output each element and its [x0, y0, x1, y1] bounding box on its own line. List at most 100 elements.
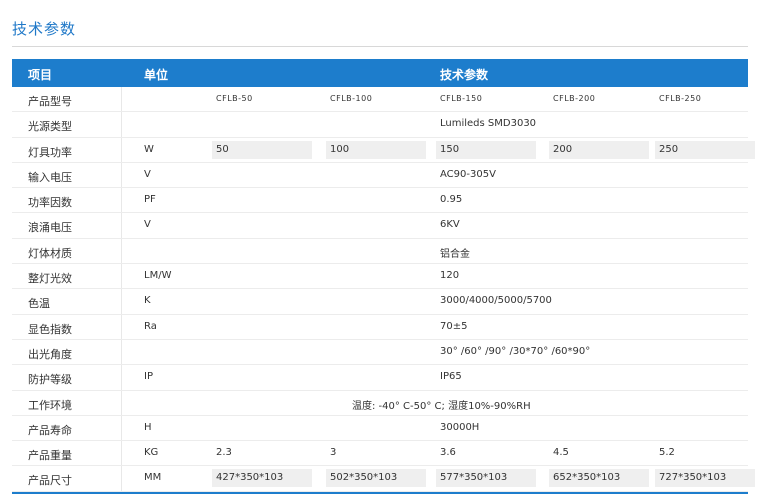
- column-divider: [121, 87, 122, 112]
- value-cell: 250: [655, 140, 755, 159]
- value-cell: 150: [436, 140, 536, 159]
- row-label: 工作环境: [28, 398, 72, 412]
- table-row: 灯具功率 W 50 100 150 200 250: [12, 137, 755, 163]
- model-code: CFLB-50: [216, 94, 253, 103]
- row-unit: MM: [144, 472, 162, 484]
- row-unit: H: [144, 421, 152, 433]
- row-unit: KG: [144, 447, 159, 459]
- row-label: 显色指数: [28, 322, 72, 336]
- model-code: CFLB-100: [330, 94, 373, 103]
- spanning-value: 70±5: [440, 320, 468, 332]
- table-row: 产品尺寸 MM 427*350*103 502*350*103 577*350*103 6…: [12, 466, 755, 492]
- value-cell: 50: [212, 140, 312, 159]
- row-label: 色温: [28, 297, 50, 311]
- row-label: 输入电压: [28, 170, 72, 184]
- spanning-value: 3000/4000/5000/5700: [440, 295, 552, 307]
- value-cell: 652*350*103: [549, 469, 649, 488]
- value-text: 3: [330, 447, 337, 459]
- column-divider: [121, 441, 122, 466]
- column-divider: [121, 137, 122, 162]
- row-unit: LM/W: [144, 270, 172, 282]
- row-unit: V: [144, 219, 151, 231]
- row-unit: Ra: [144, 320, 157, 332]
- value-cell: 502*350*103: [326, 469, 426, 488]
- spanning-value: 120: [440, 270, 460, 282]
- model-code: CFLB-200: [553, 94, 596, 103]
- column-divider: [121, 415, 122, 441]
- table-row: 色温 K 3000/4000/5000/5700: [12, 289, 748, 315]
- row-label: 灯具功率: [28, 145, 72, 159]
- column-divider: [121, 365, 122, 390]
- value-text: 4.5: [553, 447, 569, 459]
- table-row: 工作环境 温度: -40° C-50° C; 湿度10%-90%RH: [12, 390, 748, 416]
- column-divider: [121, 390, 122, 415]
- table-row: 产品寿命 H 30000H: [12, 415, 748, 442]
- table-row: 灯体材质 铝合金: [12, 238, 748, 265]
- row-label: 产品尺寸: [28, 474, 72, 488]
- spec-page: 技术参数 项目 单位 技术参数 产品型号 CFLB-50 CFLB-100 CFLB-…: [0, 0, 760, 498]
- row-label: 产品型号: [28, 95, 72, 108]
- column-divider: [121, 162, 122, 188]
- row-label: 浪涌电压: [28, 221, 72, 235]
- spanning-value: 铝合金: [440, 248, 470, 260]
- spanning-value: IP65: [440, 371, 462, 383]
- spanning-value: AC90-305V: [440, 168, 496, 180]
- row-unit: IP: [144, 371, 153, 383]
- spanning-value: 30° /60° /90° /30*70° /60*90°: [440, 345, 591, 357]
- row-label: 产品重量: [28, 449, 72, 463]
- column-divider: [121, 188, 122, 213]
- column-divider: [121, 466, 122, 491]
- table-row: 产品型号 CFLB-50 CFLB-100 CFLB-150 CFLB-200 CFLB-…: [12, 87, 748, 113]
- value-text: 2.3: [216, 447, 232, 459]
- row-label: 整灯光效: [28, 272, 72, 286]
- value-cell: 727*350*103: [655, 469, 755, 488]
- header-item: 项目: [28, 68, 53, 82]
- column-divider: [121, 264, 122, 289]
- spanning-value: 6KV: [440, 219, 460, 231]
- spanning-value: 0.95: [440, 194, 463, 206]
- value-cell: 577*350*103: [436, 469, 536, 488]
- spanning-value: 30000H: [440, 421, 480, 433]
- row-unit: V: [144, 168, 151, 180]
- value-text: 5.2: [659, 447, 675, 459]
- model-code: CFLB-150: [440, 94, 483, 103]
- value-cell: 200: [549, 140, 649, 159]
- value-cell: 100: [326, 140, 426, 159]
- column-divider: [121, 339, 122, 365]
- table-row: 产品重量 KG 2.3 3 3.6 4.5 5.2: [12, 441, 748, 467]
- table-row: 光源类型 Lumileds SMD3030: [12, 112, 748, 138]
- column-divider: [121, 213, 122, 238]
- row-label: 产品寿命: [28, 423, 72, 437]
- header-params: 技术参数: [440, 68, 489, 82]
- page-title: 技术参数: [12, 20, 77, 38]
- spanning-value: 温度: -40° C-50° C; 湿度10%-90%RH: [352, 400, 531, 412]
- column-divider: [121, 112, 122, 137]
- row-label: 灯体材质: [28, 246, 72, 260]
- row-unit: K: [144, 295, 151, 307]
- row-unit: W: [144, 143, 154, 155]
- header-unit: 单位: [144, 68, 169, 82]
- table-bottom-border: [12, 492, 748, 494]
- spanning-value: Lumileds SMD3030: [440, 118, 537, 130]
- row-unit: PF: [144, 194, 156, 206]
- row-label: 出光角度: [28, 347, 72, 361]
- table-body: 产品型号 CFLB-50 CFLB-100 CFLB-150 CFLB-200 CFLB-…: [12, 87, 755, 492]
- column-divider: [121, 238, 122, 264]
- row-label: 功率因数: [28, 196, 72, 210]
- row-label: 防护等级: [28, 373, 72, 387]
- table-row: 输入电压 V AC90-305V: [12, 162, 748, 189]
- table-row: 出光角度 30° /60° /90° /30*70° /60*90°: [12, 339, 748, 366]
- table-row: 整灯光效 LM/W 120: [12, 264, 748, 290]
- model-code: CFLB-250: [659, 94, 702, 103]
- spec-table: 项目 单位 技术参数 产品型号 CFLB-50 CFLB-100 CFLB-150 CF…: [12, 59, 755, 492]
- row-label: 光源类型: [28, 120, 72, 134]
- column-divider: [121, 314, 122, 339]
- table-row: 显色指数 Ra 70±5: [12, 314, 748, 340]
- table-header: 项目 单位 技术参数: [12, 59, 748, 87]
- value-text: 3.6: [440, 447, 456, 459]
- value-cell: 427*350*103: [212, 469, 312, 488]
- title-divider: [12, 46, 748, 47]
- table-row: 功率因数 PF 0.95: [12, 188, 748, 214]
- table-row: 防护等级 IP IP65: [12, 365, 748, 391]
- column-divider: [121, 289, 122, 314]
